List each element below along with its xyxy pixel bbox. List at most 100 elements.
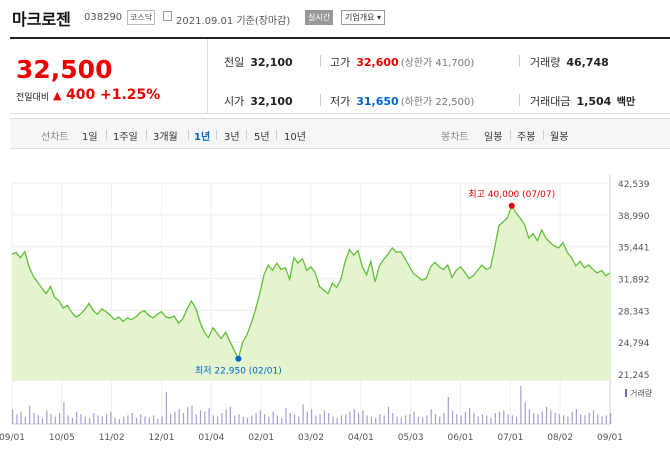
x-tick-label: 04/01 xyxy=(348,433,374,443)
company-overview-dropdown[interactable]: 기업개요 ▾ xyxy=(341,10,385,25)
price-chart: 42,539 38,990 35,441 31,892 28,343 24,794 21,2… xyxy=(0,175,653,443)
realtime-button[interactable]: 실시간 xyxy=(305,10,334,25)
volume-bar xyxy=(417,416,419,424)
volume-bar xyxy=(426,415,428,424)
volume-bar xyxy=(276,415,278,424)
volume-bar xyxy=(469,408,471,424)
volume-bar xyxy=(575,409,577,424)
volume-bar xyxy=(537,414,539,424)
volume-bar xyxy=(50,414,52,424)
price-summary: 32,500 전일대비 ▲ 400 +1.25% 전일 32,100 고가 32,6… xyxy=(10,37,670,114)
volume-bar xyxy=(289,413,291,424)
volume-bar xyxy=(370,416,372,424)
stat-low: 저가 31,650 (하한가 22,500) xyxy=(330,95,475,108)
tab-1y[interactable]: 1년 xyxy=(194,128,210,143)
tab-monthly[interactable]: 월봉 xyxy=(550,128,568,143)
volume-bar xyxy=(409,414,411,424)
volume-bar xyxy=(507,414,509,424)
x-tick-label: 07/01 xyxy=(497,433,523,443)
volume-bar xyxy=(490,417,492,424)
volume-bar xyxy=(447,397,449,424)
volume-bar xyxy=(131,413,133,424)
volume-bar xyxy=(588,413,590,424)
volume-bar xyxy=(498,411,501,424)
tab-5y[interactable]: 5년 xyxy=(254,128,270,143)
x-tick-label: 09/01 xyxy=(597,433,623,443)
volume-bar xyxy=(362,410,364,424)
volume-bar xyxy=(272,411,274,424)
volume-bar xyxy=(97,415,99,424)
volume-bar xyxy=(328,413,330,424)
volume-bar xyxy=(71,417,73,424)
volume-bar xyxy=(533,413,535,424)
volume-bar xyxy=(16,414,18,424)
y-tick-label: 28,343 xyxy=(618,307,650,317)
current-price-panel: 32,500 전일대비 ▲ 400 +1.25% xyxy=(10,39,208,114)
volume-bar xyxy=(170,414,172,424)
change-percent: +1.25% xyxy=(100,87,161,103)
volume-bar xyxy=(135,417,138,424)
volume-bar xyxy=(242,416,244,424)
volume-bar xyxy=(195,414,197,424)
change-label: 전일대비 xyxy=(16,93,50,103)
volume-bar xyxy=(413,411,415,424)
volume-bar xyxy=(379,414,381,424)
high-marker xyxy=(508,202,515,209)
volume-bar xyxy=(255,413,257,424)
tab-3m[interactable]: 3개월 xyxy=(153,128,178,143)
volume-bar xyxy=(486,415,488,424)
x-tick-label: 08/02 xyxy=(547,433,573,443)
y-tick-label: 31,892 xyxy=(618,276,650,286)
volume-bar xyxy=(592,410,595,424)
volume-bar xyxy=(33,413,35,424)
volume-bar xyxy=(259,410,261,424)
volume-bar xyxy=(516,416,518,424)
volume-bar xyxy=(558,414,560,424)
x-tick-label: 11/02 xyxy=(99,433,125,443)
volume-bar xyxy=(601,416,603,424)
stat-amount: 거래대금 1,504 백만 xyxy=(530,95,636,108)
volume-bar xyxy=(191,405,193,424)
y-tick-label: 38,990 xyxy=(618,212,650,222)
tab-10y[interactable]: 10년 xyxy=(284,128,306,143)
x-tick-label: 12/01 xyxy=(149,433,175,443)
volume-bar xyxy=(268,416,270,424)
volume-bar xyxy=(302,404,304,424)
divider xyxy=(519,94,520,106)
stock-header: 마크로젠 038290 코스닥 2021.09.01 기준(장마감) 실시간 기… xyxy=(0,0,670,36)
volume-bar xyxy=(396,416,398,424)
volume-bar xyxy=(353,409,355,424)
volume-bar xyxy=(234,415,236,424)
tab-1w[interactable]: 1주일 xyxy=(113,128,138,143)
tab-daily[interactable]: 일봉 xyxy=(484,128,502,143)
volume-bar xyxy=(422,417,424,424)
volume-bar xyxy=(84,416,86,424)
base-date: 2021.09.01 기준(장마감) xyxy=(176,16,291,27)
tab-3y[interactable]: 3년 xyxy=(224,128,240,143)
volume-bar xyxy=(375,417,377,424)
volume-bar xyxy=(59,413,61,424)
volume-bar xyxy=(161,416,163,424)
volume-bar xyxy=(323,410,325,424)
volume-bar xyxy=(153,415,155,424)
volume-bar xyxy=(400,417,402,424)
volume-bar xyxy=(93,413,95,424)
volume-bar xyxy=(477,416,479,424)
volume-bar xyxy=(41,417,44,424)
volume-bar xyxy=(165,392,167,424)
stat-prev-close: 전일 32,100 xyxy=(224,56,293,69)
volume-bar xyxy=(605,415,607,424)
volume-bar xyxy=(306,411,308,424)
stat-high: 고가 32,600 (상한가 41,700) xyxy=(330,56,475,69)
tab-weekly[interactable]: 주봉 xyxy=(517,128,535,143)
tab-1d[interactable]: 1일 xyxy=(82,128,98,143)
volume-bar xyxy=(212,415,214,424)
volume-bar xyxy=(208,408,210,424)
volume-bar xyxy=(563,415,565,424)
volume-bar xyxy=(63,401,65,424)
stat-volume: 거래량 46,748 xyxy=(530,56,609,69)
volume-bar xyxy=(405,415,407,424)
volume-legend-label: 거래량 xyxy=(630,388,653,398)
volume-bar xyxy=(221,413,223,424)
volume-bar xyxy=(127,415,129,424)
